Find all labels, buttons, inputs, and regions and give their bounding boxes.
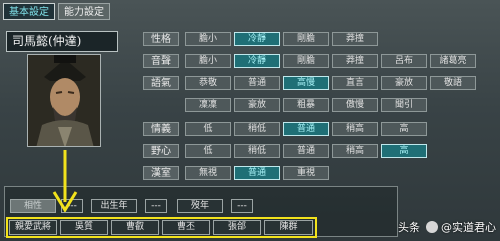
watermark-prefix: 头条 (398, 221, 420, 234)
tab-ability-settings[interactable]: 能力設定 (58, 3, 110, 20)
attribute-option[interactable]: 剛膽 (283, 32, 329, 46)
attribute-option[interactable]: 聞引 (381, 98, 427, 112)
attribute-option[interactable]: 敬語 (430, 76, 476, 90)
watermark-handle: @实道君心 (441, 221, 496, 234)
attribute-option[interactable]: 高 (381, 122, 427, 136)
death-year-label: 歿年 (177, 199, 223, 213)
attribute-option[interactable]: 稍低 (234, 122, 280, 136)
attribute-option[interactable]: 重視 (283, 166, 329, 180)
attribute-option[interactable]: 膽小 (185, 54, 231, 68)
attribute-option[interactable]: 諸葛亮 (430, 54, 476, 68)
attribute-option[interactable]: 豪放 (381, 76, 427, 90)
attribute-option[interactable]: 普通 (283, 144, 329, 158)
close-generals-highlight (6, 217, 317, 238)
attribute-option[interactable]: 恭敬 (185, 76, 231, 90)
attribute-option[interactable]: 直言 (332, 76, 378, 90)
arrow-down-icon (52, 150, 78, 212)
attribute-option[interactable]: 高慢 (283, 76, 329, 90)
attribute-label: 情義 (143, 122, 179, 136)
birth-year-label: 出生年 (91, 199, 137, 213)
attribute-option[interactable]: 剛膽 (283, 54, 329, 68)
birth-year-value[interactable]: --- (145, 199, 167, 213)
attribute-option[interactable]: 低 (185, 122, 231, 136)
attribute-option[interactable]: 普通 (234, 166, 280, 180)
avatar-icon (426, 221, 438, 233)
attribute-option[interactable]: 高 (381, 144, 427, 158)
attribute-option[interactable]: 傲慢 (332, 98, 378, 112)
attribute-option[interactable]: 莽撞 (332, 32, 378, 46)
attribute-label: 漢室 (143, 166, 179, 180)
attribute-label: 性格 (143, 32, 179, 46)
attribute-option[interactable]: 稍高 (332, 144, 378, 158)
attribute-label: 語氣 (143, 76, 179, 90)
attribute-label: 音聲 (143, 54, 179, 68)
attribute-option[interactable]: 冷靜 (234, 54, 280, 68)
tab-basic-settings[interactable]: 基本設定 (3, 3, 55, 20)
attribute-option[interactable]: 凜凜 (185, 98, 231, 112)
attribute-option[interactable]: 粗暴 (283, 98, 329, 112)
attribute-option[interactable]: 豪放 (234, 98, 280, 112)
general-name: 司馬懿(仲達) (6, 31, 118, 52)
attribute-option[interactable]: 莽撞 (332, 54, 378, 68)
attribute-label: 野心 (143, 144, 179, 158)
death-year-value[interactable]: --- (231, 199, 253, 213)
attribute-option[interactable]: 低 (185, 144, 231, 158)
attribute-option[interactable]: 普通 (283, 122, 329, 136)
attribute-option[interactable]: 普通 (234, 76, 280, 90)
attribute-option[interactable]: 膽小 (185, 32, 231, 46)
attribute-option[interactable]: 呂布 (381, 54, 427, 68)
watermark: 头条 @实道君心 (398, 219, 496, 237)
attribute-option[interactable]: 無視 (185, 166, 231, 180)
attribute-option[interactable]: 冷靜 (234, 32, 280, 46)
general-portrait (27, 54, 101, 147)
attribute-option[interactable]: 稍低 (234, 144, 280, 158)
attribute-option[interactable]: 稍高 (332, 122, 378, 136)
portrait-image (28, 55, 100, 146)
